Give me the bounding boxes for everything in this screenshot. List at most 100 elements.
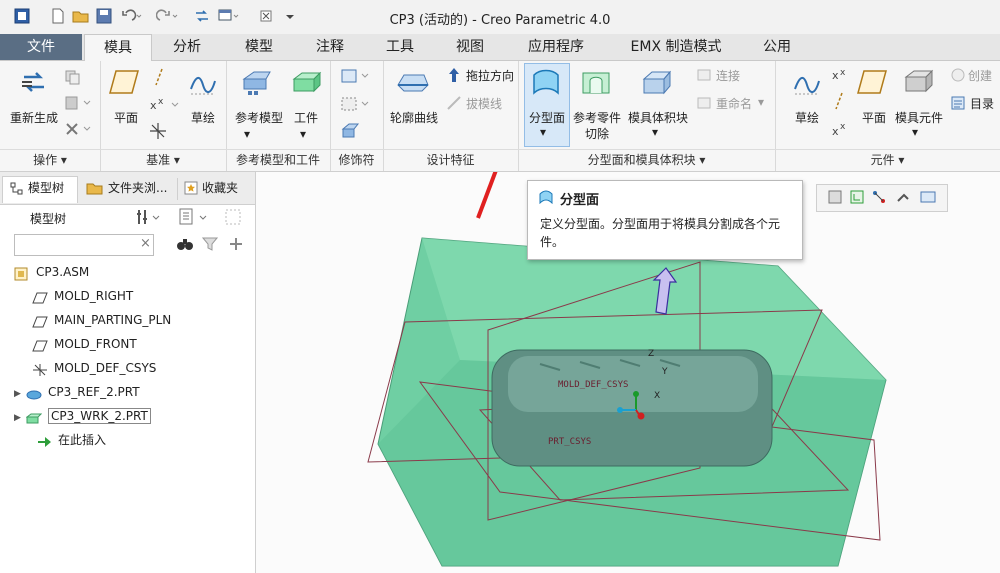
regenerate-large-icon[interactable] bbox=[18, 67, 50, 102]
catalog-label[interactable]: 目录 bbox=[970, 95, 994, 112]
sketch2-icon[interactable] bbox=[792, 67, 822, 100]
drag-direction-label[interactable]: 拖拉方向 bbox=[466, 67, 514, 84]
tab-view[interactable]: 视图 bbox=[436, 34, 504, 60]
mold-def-csys-label: MOLD_DEF_CSYS bbox=[558, 380, 628, 390]
tree-item-cp3-ref-2[interactable]: ▶ CP3_REF_2.PRT bbox=[14, 381, 140, 403]
tab-favorites[interactable]: 收藏夹 bbox=[202, 176, 238, 200]
axis-icon[interactable] bbox=[152, 67, 166, 90]
mold-component-icon[interactable] bbox=[902, 67, 936, 100]
copy-icon[interactable] bbox=[64, 69, 82, 88]
tree-item-label: CP3_REF_2.PRT bbox=[48, 385, 140, 399]
paste-icon[interactable] bbox=[64, 95, 94, 114]
tree-item-mold-front[interactable]: MOLD_FRONT bbox=[32, 333, 137, 355]
parting-surface-dropdown-icon[interactable]: ▾ bbox=[540, 125, 546, 139]
modifier-icon[interactable] bbox=[340, 95, 374, 116]
tab-analysis[interactable]: 分析 bbox=[154, 34, 220, 60]
model-tree-tab-icon bbox=[10, 182, 24, 199]
tree-item-cp3-asm[interactable]: CP3.ASM bbox=[14, 261, 89, 283]
connect-icon[interactable] bbox=[696, 67, 712, 86]
workpiece-part-icon bbox=[25, 410, 43, 424]
spin-center-icon[interactable] bbox=[895, 189, 911, 208]
sketch-large-icon[interactable] bbox=[188, 67, 218, 100]
datum-display-icon[interactable] bbox=[849, 189, 865, 208]
group-components[interactable]: 元件 ▾ bbox=[775, 151, 1000, 169]
plane-large-icon[interactable] bbox=[108, 67, 142, 100]
window-title: CP3 (活动的) - Creo Parametric 4.0 bbox=[389, 13, 611, 28]
assembly-icon bbox=[14, 266, 30, 280]
tree-search-input[interactable] bbox=[14, 234, 154, 256]
catalog-icon[interactable] bbox=[950, 95, 966, 114]
view-toolbar bbox=[816, 184, 948, 212]
axis-y-label: Y bbox=[661, 367, 668, 377]
tree-item-mold-right[interactable]: MOLD_RIGHT bbox=[32, 285, 133, 307]
parting-surface-small-icon bbox=[538, 190, 554, 207]
group-parting-surface-mold-volume[interactable]: 分型面和模具体积块 ▾ bbox=[518, 151, 775, 169]
tree-item-cp3-wrk-2[interactable]: ▶ CP3_WRK_2.PRT bbox=[14, 405, 151, 427]
tab-model[interactable]: 模型 bbox=[224, 34, 294, 60]
axis-x-label: X bbox=[654, 391, 660, 401]
datum-plane-icon bbox=[32, 290, 48, 304]
workpiece-icon[interactable] bbox=[290, 69, 324, 98]
tab-folder-browser[interactable]: 文件夹浏... bbox=[108, 176, 167, 200]
workpiece-label: 工件 bbox=[293, 111, 318, 125]
rename-dropdown-icon[interactable]: ▾ bbox=[758, 95, 764, 109]
mold-volume-label: 模具体积块 bbox=[627, 111, 688, 125]
shrinkage-icon[interactable] bbox=[340, 67, 374, 88]
rename-label[interactable]: 重命名 bbox=[716, 95, 752, 112]
create-icon[interactable] bbox=[950, 67, 966, 86]
group-operations[interactable]: 操作 ▾ bbox=[0, 151, 100, 169]
filter-icon[interactable] bbox=[201, 236, 219, 255]
group-reference-model-workpiece[interactable]: 参考模型和工件 bbox=[226, 151, 330, 169]
add-icon[interactable] bbox=[228, 236, 244, 255]
tree-settings-icon[interactable] bbox=[136, 208, 164, 229]
expand-arrow-icon[interactable]: ▶ bbox=[14, 407, 26, 429]
rename-icon[interactable] bbox=[696, 95, 712, 114]
reference-part-solid[interactable] bbox=[491, 349, 773, 467]
tab-mold[interactable]: 模具 bbox=[84, 34, 152, 62]
reference-part-cutout-icon[interactable] bbox=[580, 67, 612, 100]
silhouette-curve-icon[interactable] bbox=[396, 69, 430, 98]
tab-applications[interactable]: 应用程序 bbox=[506, 34, 606, 60]
coordinate-system-icon[interactable] bbox=[148, 121, 168, 144]
mold-volume-dropdown-icon[interactable]: ▾ bbox=[652, 125, 658, 139]
display-style-icon[interactable] bbox=[919, 189, 937, 208]
tab-emx[interactable]: EMX 制造模式 bbox=[608, 34, 744, 60]
draft-line-icon[interactable] bbox=[446, 95, 462, 114]
title-bar: CP3 (活动的) - Creo Parametric 4.0 bbox=[0, 0, 1000, 35]
tree-item-insert-here[interactable]: 在此插入 bbox=[36, 429, 106, 451]
group-design-features[interactable]: 设计特征 bbox=[383, 151, 518, 169]
parting-surface-icon[interactable] bbox=[530, 67, 562, 100]
draft-line-label[interactable]: 拔模线 bbox=[466, 95, 502, 112]
mold-volume-icon[interactable] bbox=[640, 67, 674, 100]
tree-item-label: MOLD_DEF_CSYS bbox=[54, 361, 157, 375]
annotation-display-icon[interactable] bbox=[871, 189, 887, 208]
connect-label[interactable]: 连接 bbox=[716, 67, 740, 84]
drag-direction-icon[interactable] bbox=[446, 67, 462, 86]
group-modifiers[interactable]: 修饰符 bbox=[330, 151, 383, 169]
tab-common[interactable]: 公用 bbox=[746, 34, 808, 60]
tree-columns-icon[interactable] bbox=[224, 208, 244, 229]
tree-item-mold-def-csys[interactable]: MOLD_DEF_CSYS bbox=[32, 357, 156, 379]
workpiece-dropdown-icon[interactable]: ▾ bbox=[300, 127, 306, 141]
view-style-icon[interactable] bbox=[827, 189, 843, 208]
tree-filters-icon[interactable] bbox=[178, 208, 210, 229]
reference-model-icon[interactable] bbox=[240, 67, 274, 100]
group-datum[interactable]: 基准 ▾ bbox=[100, 151, 226, 169]
point-icon[interactable]: xx bbox=[148, 95, 182, 118]
expand-arrow-icon[interactable]: ▶ bbox=[14, 383, 26, 405]
tab-file[interactable]: 文件 bbox=[0, 34, 82, 60]
cosmetic-icon[interactable] bbox=[340, 121, 360, 142]
datum-plane-icon bbox=[32, 338, 48, 352]
tree-item-main-parting-pln[interactable]: MAIN_PARTING_PLN bbox=[32, 309, 171, 331]
tab-annotate[interactable]: 注释 bbox=[296, 34, 364, 60]
clear-search-icon[interactable]: × bbox=[140, 234, 151, 254]
tab-model-tree[interactable]: 模型树 bbox=[28, 176, 64, 200]
binoculars-icon[interactable] bbox=[176, 236, 194, 255]
tab-tools[interactable]: 工具 bbox=[366, 34, 434, 60]
datum-small-icons[interactable]: xxxx bbox=[830, 67, 852, 146]
create-label[interactable]: 创建 bbox=[968, 67, 992, 84]
delete-icon[interactable] bbox=[64, 121, 94, 140]
plane2-icon[interactable] bbox=[856, 67, 890, 100]
mold-component-dropdown-icon[interactable]: ▾ bbox=[912, 125, 918, 139]
reference-model-dropdown-icon[interactable]: ▾ bbox=[244, 127, 250, 141]
